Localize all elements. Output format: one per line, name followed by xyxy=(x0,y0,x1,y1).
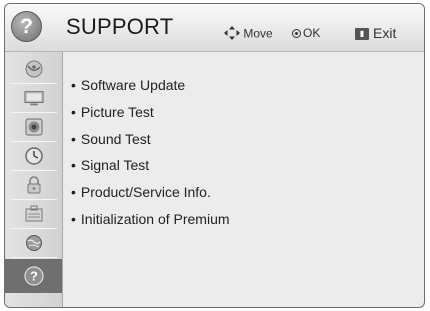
ok-button-icon xyxy=(292,29,301,39)
support-menu-list: • Software Update • Picture Test • Sound Te… xyxy=(71,76,230,237)
monitor-icon xyxy=(24,88,44,108)
menu-item-label: Signal Test xyxy=(80,157,150,174)
sidebar-item-channel[interactable] xyxy=(5,56,62,82)
svg-text:?: ? xyxy=(30,269,38,284)
sidebar-item-picture[interactable] xyxy=(5,85,62,111)
page-title: SUPPORT xyxy=(66,14,174,39)
speaker-icon xyxy=(24,117,44,137)
network-globe-icon xyxy=(24,233,44,253)
ok-hint: OK xyxy=(292,26,320,40)
menu-item-label: Product/Service Info. xyxy=(80,184,211,201)
menu-item-picture-test[interactable]: • Picture Test xyxy=(71,103,230,130)
sidebar-item-time[interactable] xyxy=(5,143,62,169)
header-bar: ? SUPPORT Move OK ▮ Exit xyxy=(5,4,424,52)
menu-item-label: Software Update xyxy=(80,77,186,93)
sidebar-item-option[interactable] xyxy=(5,201,62,227)
menu-item-label: Picture Test xyxy=(80,103,154,120)
menu-item-initialization-premium[interactable]: • Initialization of Premium xyxy=(71,210,230,237)
move-label: Move xyxy=(243,26,273,41)
question-icon: ? xyxy=(24,266,44,286)
exit-key-icon: ▮ xyxy=(355,28,369,41)
options-box-icon xyxy=(24,204,44,224)
exit-label: Exit xyxy=(373,25,397,41)
menu-item-product-service-info[interactable]: • Product/Service Info. xyxy=(71,183,230,210)
sidebar-item-lock[interactable] xyxy=(5,172,62,198)
lock-icon xyxy=(24,175,44,195)
sidebar-item-support[interactable]: ? xyxy=(5,259,62,293)
satellite-dish-icon xyxy=(24,59,44,79)
sidebar-item-audio[interactable] xyxy=(5,114,62,140)
ok-label: OK xyxy=(303,26,321,40)
menu-item-software-update[interactable]: • Software Update xyxy=(71,76,230,103)
menu-item-label: Sound Test xyxy=(80,130,151,147)
menu-item-label: Initialization of Premium xyxy=(80,210,230,227)
question-icon: ? xyxy=(11,11,42,42)
move-arrows-icon xyxy=(224,26,240,43)
menu-item-sound-test[interactable]: • Sound Test xyxy=(71,130,230,157)
menu-item-signal-test[interactable]: • Signal Test xyxy=(71,156,230,183)
clock-icon xyxy=(24,146,44,166)
sidebar-item-network[interactable] xyxy=(5,230,62,256)
move-hint: Move xyxy=(224,26,273,43)
sidebar: ? xyxy=(5,52,63,307)
exit-button[interactable]: ▮ Exit xyxy=(355,25,396,41)
support-menu-screen: ? SUPPORT Move OK ▮ Exit ? • Software Up… xyxy=(4,3,425,308)
